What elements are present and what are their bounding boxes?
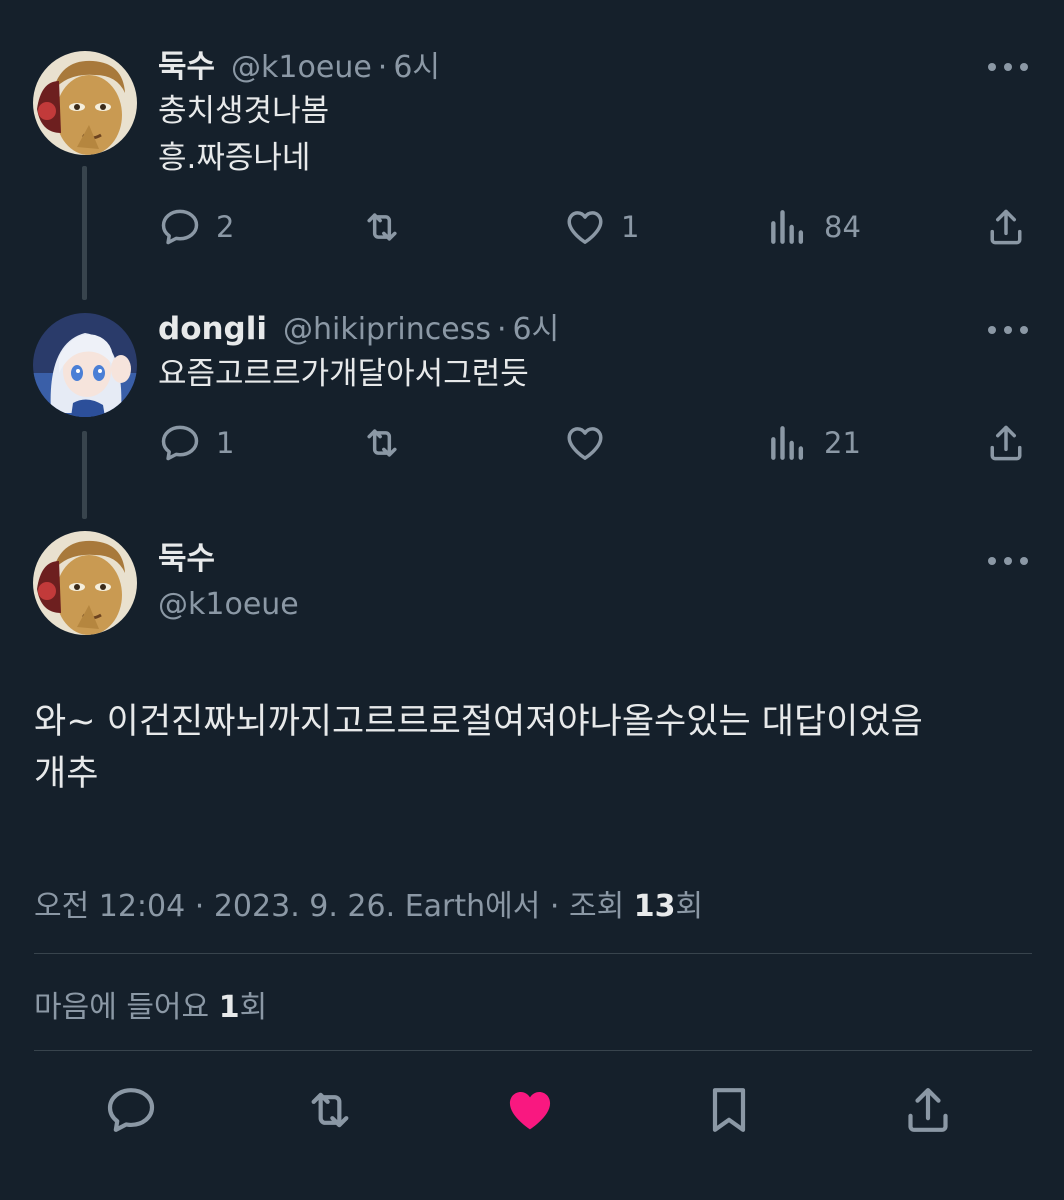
thread-connector [82, 166, 87, 300]
tweet-source: Earth에서 [404, 889, 541, 924]
more-icon [988, 557, 996, 565]
tweet-date[interactable]: 2023. 9. 26. [214, 889, 395, 924]
bookmark-icon [712, 1088, 746, 1132]
more-dot [1004, 326, 1012, 334]
avatar-k1oeue[interactable] [33, 531, 137, 635]
display-name[interactable]: dongli [158, 307, 267, 351]
share-icon [990, 209, 1022, 245]
views-icon [771, 426, 804, 460]
views-button[interactable]: 84 [766, 203, 861, 251]
tweet-line: 개추 [34, 754, 99, 794]
more-options-button[interactable] [988, 61, 1028, 73]
likes-label: 마음에 들어요 [34, 990, 210, 1025]
separator-dot: · [377, 50, 388, 85]
retweet-icon [367, 429, 397, 457]
reply-icon [161, 425, 199, 461]
retweet-button[interactable] [302, 1082, 358, 1138]
tweet-time[interactable]: 6시 [513, 308, 560, 352]
retweet-button[interactable] [360, 419, 404, 467]
tweet-body: 요즘고르르가개달아서그런듯 [158, 351, 529, 398]
tweet-thread-page: 둑수 @k1oeue · 6시 충치생겻나봄 흥.짜증나네 2 1 84 don… [0, 0, 1064, 1200]
more-dot [1020, 326, 1028, 334]
retweet-button[interactable] [360, 203, 404, 251]
likes-summary[interactable]: 마음에 들어요 1회 [34, 982, 267, 1026]
views-count: 13 [633, 889, 676, 924]
more-options-button[interactable] [988, 555, 1028, 567]
reply-icon [161, 209, 199, 245]
user-handle[interactable]: @k1oeue [158, 583, 299, 627]
user-handle[interactable]: @k1oeue [231, 46, 372, 90]
divider [34, 953, 1032, 954]
bookmark-button[interactable] [701, 1082, 757, 1138]
separator-dot: · [549, 889, 560, 924]
avatar-image [33, 531, 137, 635]
share-icon [908, 1088, 948, 1132]
views-button[interactable]: 21 [766, 419, 861, 467]
avatar-image [33, 313, 137, 417]
separator-dot: · [497, 312, 507, 347]
tweet-line: 와~ 이건진짜뇌까지고르르로절여져야나올수있는 대답이었음 [34, 702, 923, 742]
like-button[interactable] [563, 419, 607, 467]
thread-connector [82, 431, 87, 519]
reply-count: 2 [216, 210, 235, 244]
tweet-line: 충치생겻나봄 [158, 93, 330, 129]
share-button[interactable] [984, 203, 1028, 251]
views-label: 조회 [568, 889, 625, 924]
like-count: 1 [621, 210, 640, 244]
like-button[interactable]: 1 [563, 203, 639, 251]
retweet-icon [367, 213, 397, 241]
tweet-time[interactable]: 오전 12:04 [34, 889, 185, 924]
separator-dot: · [194, 889, 205, 924]
divider [34, 1050, 1032, 1051]
more-icon [988, 326, 996, 334]
reply-button[interactable]: 1 [158, 419, 234, 467]
more-dot [1004, 63, 1012, 71]
reply-count: 1 [216, 426, 235, 460]
avatar-image [33, 51, 137, 155]
heart-icon [567, 211, 603, 244]
likes-count: 1 [218, 990, 240, 1025]
main-tweet-handle-row: @k1oeue [158, 583, 299, 627]
reply-icon [107, 1088, 155, 1132]
more-options-button[interactable] [988, 324, 1028, 336]
main-tweet-name-row: 둑수 [158, 537, 215, 581]
display-name[interactable]: 둑수 [158, 45, 215, 89]
share-button[interactable] [900, 1082, 956, 1138]
more-dot [1004, 557, 1012, 565]
more-dot [1020, 63, 1028, 71]
share-button[interactable] [984, 419, 1028, 467]
tweet-meta: 오전 12:04 · 2023. 9. 26. Earth에서 · 조회 13회 [34, 881, 703, 925]
more-dot [1020, 557, 1028, 565]
views-icon [771, 210, 804, 244]
user-handle[interactable]: @hikiprincess [283, 308, 491, 352]
reply-button[interactable] [103, 1082, 159, 1138]
views-count: 21 [824, 426, 861, 460]
avatar-k1oeue[interactable] [33, 51, 137, 155]
more-icon [988, 63, 996, 71]
tweet-time[interactable]: 6시 [393, 46, 440, 90]
display-name[interactable]: 둑수 [158, 537, 215, 581]
share-icon [990, 425, 1022, 461]
like-button-active[interactable] [502, 1082, 558, 1138]
tweet-header: dongli @hikiprincess · 6시 [158, 307, 559, 351]
main-tweet-body: 와~ 이건진짜뇌까지고르르로절여져야나올수있는 대답이었음 개추 [34, 696, 1034, 800]
heart-filled-icon [509, 1092, 551, 1130]
likes-suffix: 회 [239, 990, 268, 1025]
heart-icon [567, 427, 603, 460]
views-suffix: 회 [675, 889, 704, 924]
tweet-line: 요즘고르르가개달아서그런듯 [158, 356, 529, 392]
avatar-hikiprincess[interactable] [33, 313, 137, 417]
reply-button[interactable]: 2 [158, 203, 234, 251]
tweet-header: 둑수 @k1oeue · 6시 [158, 45, 440, 89]
tweet-body: 충치생겻나봄 흥.짜증나네 [158, 88, 329, 182]
tweet-line: 흥.짜증나네 [158, 140, 311, 176]
views-count: 84 [824, 210, 861, 244]
retweet-icon [311, 1092, 349, 1128]
